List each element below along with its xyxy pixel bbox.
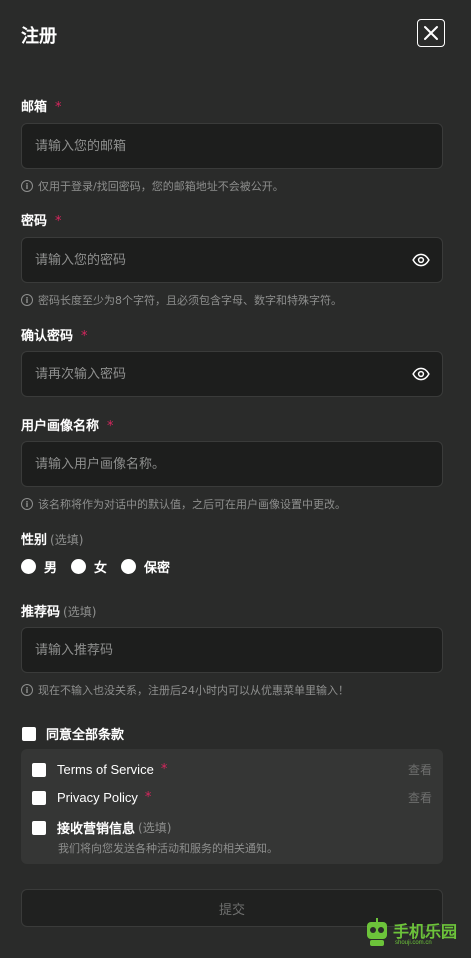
persona-name-hint-text: 该名称将作为对话中的默认值，之后可在用户画像设置中更改。: [38, 498, 346, 511]
gender-option-male[interactable]: 男: [21, 557, 57, 576]
watermark-text: 手机乐园: [393, 922, 458, 941]
view-privacy-link[interactable]: 查看: [408, 789, 432, 806]
persona-name-field[interactable]: [35, 456, 429, 472]
marketing-row: 接收营销信息 (选填): [32, 818, 432, 837]
close-icon: [424, 26, 438, 40]
password-label-text: 密码: [21, 214, 48, 229]
page-title: 注册: [21, 26, 57, 47]
password-hint: i 密码长度至少为8个字符，且必须包含字母、数字和特殊字符。: [21, 292, 342, 308]
referral-hint: i 现在不输入也没关系，注册后24小时内可以从优惠菜单里输入！: [21, 682, 349, 698]
radio-male[interactable]: [21, 559, 36, 574]
confirm-password-label-text: 确认密码: [21, 329, 74, 344]
persona-name-field-wrapper: [21, 441, 443, 487]
terms-box: Terms of Service * 查看 Privacy Policy * 查…: [21, 749, 443, 864]
email-hint-text: 仅用于登录/找回密码，您的邮箱地址不会被公开。: [38, 180, 284, 193]
header: 注册: [0, 0, 471, 70]
persona-name-label: 用户画像名称 *: [21, 415, 114, 434]
marketing-checkbox[interactable]: [32, 820, 46, 835]
gender-label: 性别 (选填): [21, 529, 83, 548]
email-hint: i 仅用于登录/找回密码，您的邮箱地址不会被公开。: [21, 178, 284, 194]
email-field-wrapper: [21, 123, 443, 169]
required-mark: *: [55, 214, 62, 229]
confirm-password-field-wrapper: [21, 351, 443, 397]
view-terms-link[interactable]: 查看: [408, 761, 432, 778]
gender-secret-label: 保密: [144, 561, 171, 576]
password-field[interactable]: [35, 252, 429, 268]
terms-label: Terms of Service: [57, 762, 154, 777]
privacy-checkbox[interactable]: [32, 790, 46, 805]
password-hint-text: 密码长度至少为8个字符，且必须包含字母、数字和特殊字符。: [38, 294, 342, 307]
persona-name-hint: i 该名称将作为对话中的默认值，之后可在用户画像设置中更改。: [21, 496, 346, 512]
radio-secret[interactable]: [121, 559, 137, 574]
referral-code-field[interactable]: [35, 642, 429, 658]
info-icon: i: [21, 180, 33, 192]
password-label: 密码 *: [21, 210, 62, 229]
persona-name-label-text: 用户画像名称: [21, 419, 100, 434]
gender-male-label: 男: [44, 561, 58, 576]
required-mark: *: [55, 100, 62, 115]
gender-female-label: 女: [94, 561, 108, 576]
info-icon: i: [21, 498, 33, 510]
confirm-password-label: 确认密码 *: [21, 325, 88, 344]
privacy-policy-row: Privacy Policy * 查看: [32, 790, 432, 805]
optional-tag: (选填): [63, 605, 97, 619]
gender-label-text: 性别: [21, 533, 48, 548]
confirm-password-field[interactable]: [35, 366, 429, 382]
referral-label: 推荐码 (选填): [21, 601, 96, 620]
radio-female[interactable]: [71, 559, 87, 574]
gender-option-secret[interactable]: 保密: [121, 557, 170, 576]
eye-icon[interactable]: [412, 251, 430, 269]
gender-option-female[interactable]: 女: [71, 557, 107, 576]
agree-all-label: 同意全部条款: [46, 728, 125, 743]
optional-tag: (选填): [138, 821, 172, 835]
required-mark: *: [160, 762, 168, 777]
info-icon: i: [21, 294, 33, 306]
gender-options: 男 女 保密: [21, 557, 184, 576]
required-mark: *: [107, 419, 114, 434]
email-label-text: 邮箱: [21, 100, 48, 115]
marketing-description: 我们将向您发送各种活动和服务的相关通知。: [58, 842, 278, 855]
password-field-wrapper: [21, 237, 443, 283]
required-mark: *: [144, 790, 152, 805]
optional-tag: (选填): [50, 533, 84, 547]
close-button[interactable]: [417, 19, 445, 47]
terms-of-service-row: Terms of Service * 查看: [32, 762, 432, 777]
agree-all-row[interactable]: 同意全部条款: [22, 724, 124, 743]
info-icon: i: [21, 684, 33, 696]
agree-all-checkbox[interactable]: [22, 726, 36, 741]
referral-label-text: 推荐码: [21, 605, 61, 620]
marketing-label: 接收营销信息: [57, 822, 136, 837]
privacy-label: Privacy Policy: [57, 790, 138, 805]
required-mark: *: [81, 329, 88, 344]
referral-hint-text: 现在不输入也没关系，注册后24小时内可以从优惠菜单里输入！: [38, 684, 349, 697]
referral-field-wrapper: [21, 627, 443, 673]
email-label: 邮箱 *: [21, 96, 62, 115]
terms-checkbox[interactable]: [32, 762, 46, 777]
email-field[interactable]: [35, 138, 429, 154]
eye-icon[interactable]: [412, 365, 430, 383]
robot-icon: [367, 918, 387, 946]
watermark-subtext: shouji.com.cn: [395, 940, 432, 946]
watermark-logo: 手机乐园 shouji.com.cn: [363, 918, 463, 950]
